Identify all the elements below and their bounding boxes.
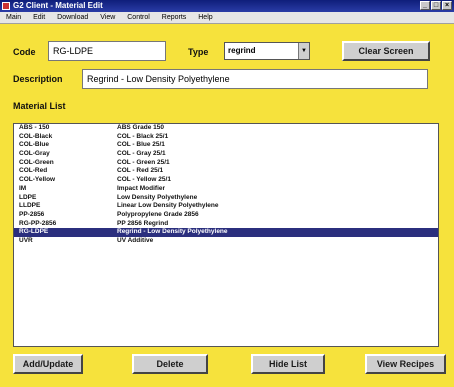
menu-control[interactable]: Control — [127, 14, 150, 21]
material-description: UV Additive — [117, 236, 154, 244]
clear-screen-button[interactable]: Clear Screen — [342, 41, 430, 61]
view-recipes-button[interactable]: View Recipes — [365, 354, 446, 374]
list-item[interactable]: COL-Yellow COL - Yellow 25/1 — [14, 176, 438, 185]
material-code: RG-LDPE — [19, 228, 49, 236]
material-code: COL-Gray — [19, 150, 50, 158]
menu-edit[interactable]: Edit — [33, 14, 45, 21]
list-item[interactable]: COL-Red COL - Red 25/1 — [14, 167, 438, 176]
list-item[interactable]: PP-2856 Polypropylene Grade 2856 — [14, 211, 438, 220]
menu-reports[interactable]: Reports — [162, 14, 187, 21]
list-item[interactable]: LLDPE Linear Low Density Polyethylene — [14, 202, 438, 211]
material-code: COL-Red — [19, 167, 48, 175]
material-description: Regrind - Low Density Polyethylene — [117, 228, 228, 236]
code-input[interactable] — [48, 41, 166, 61]
title-bar: G2 Client - Material Edit _ □ × — [0, 0, 454, 12]
list-item[interactable]: LDPE Low Density Polyethylene — [14, 194, 438, 203]
list-item[interactable]: UVR UV Additive — [14, 237, 438, 246]
window-controls: _ □ × — [420, 1, 452, 10]
material-list[interactable]: ABS - 150 ABS Grade 150 COL-Black COL - Bl… — [13, 123, 439, 347]
menu-download[interactable]: Download — [57, 14, 88, 21]
list-item-selected[interactable]: RG-LDPE Regrind - Low Density Polyethylen… — [14, 228, 438, 237]
menu-bar: Main Edit Download View Control Reports … — [0, 12, 454, 24]
material-description: Linear Low Density Polyethylene — [117, 202, 219, 210]
material-edit-window: G2 Client - Material Edit _ □ × Main Edi… — [0, 0, 454, 387]
material-code: UVR — [19, 236, 33, 244]
delete-button[interactable]: Delete — [132, 354, 208, 374]
material-code: ABS - 150 — [19, 124, 50, 131]
material-code: RG-PP-2856 — [19, 219, 57, 227]
material-code: LDPE — [19, 193, 37, 201]
material-code: COL-Black — [19, 132, 53, 140]
description-label: Description — [13, 74, 63, 84]
list-item[interactable]: COL-Blue COL - Blue 25/1 — [14, 141, 438, 150]
menu-help[interactable]: Help — [198, 14, 212, 21]
app-icon — [2, 2, 10, 10]
type-select-value: regrind — [228, 46, 256, 55]
material-list-heading: Material List — [13, 101, 66, 111]
type-label: Type — [188, 47, 209, 57]
menu-main[interactable]: Main — [6, 14, 21, 21]
list-item[interactable]: IM Impact Modifier — [14, 185, 438, 194]
material-code: IM — [19, 184, 27, 192]
add-update-button[interactable]: Add/Update — [13, 354, 83, 374]
code-label: Code — [13, 47, 36, 57]
list-item[interactable]: COL-Gray COL - Gray 25/1 — [14, 150, 438, 159]
list-item[interactable]: RG-PP-2856 PP 2856 Regrind — [14, 220, 438, 229]
material-code: COL-Blue — [19, 141, 49, 149]
list-item[interactable]: COL-Green COL - Green 25/1 — [14, 159, 438, 168]
material-code: COL-Yellow — [19, 176, 56, 184]
material-description: COL - Black 25/1 — [117, 132, 169, 140]
material-description: Impact Modifier — [117, 184, 166, 192]
material-description: COL - Blue 25/1 — [117, 141, 165, 149]
chevron-down-icon[interactable]: ▼ — [298, 43, 309, 59]
material-description: COL - Red 25/1 — [117, 167, 164, 175]
material-code: COL-Green — [19, 158, 54, 166]
minimize-icon[interactable]: _ — [420, 1, 430, 10]
maximize-icon[interactable]: □ — [431, 1, 441, 10]
material-description: PP 2856 Regrind — [117, 219, 169, 227]
material-code: LLDPE — [19, 202, 41, 210]
window-title: G2 Client - Material Edit — [13, 1, 103, 10]
description-input[interactable] — [82, 69, 428, 89]
menu-view[interactable]: View — [100, 14, 115, 21]
material-description: COL - Yellow 25/1 — [117, 176, 171, 184]
material-code: PP-2856 — [19, 210, 45, 218]
material-description: Low Density Polyethylene — [117, 193, 198, 201]
list-item[interactable]: ABS - 150 ABS Grade 150 — [14, 124, 438, 133]
close-icon[interactable]: × — [442, 1, 452, 10]
list-item[interactable]: COL-Black COL - Black 25/1 — [14, 133, 438, 142]
material-description: COL - Green 25/1 — [117, 158, 170, 166]
material-description: ABS Grade 150 — [117, 124, 164, 131]
material-description: COL - Gray 25/1 — [117, 150, 166, 158]
hide-list-button[interactable]: Hide List — [251, 354, 325, 374]
type-select[interactable]: regrind ▼ — [224, 42, 310, 60]
material-description: Polypropylene Grade 2856 — [117, 210, 199, 218]
